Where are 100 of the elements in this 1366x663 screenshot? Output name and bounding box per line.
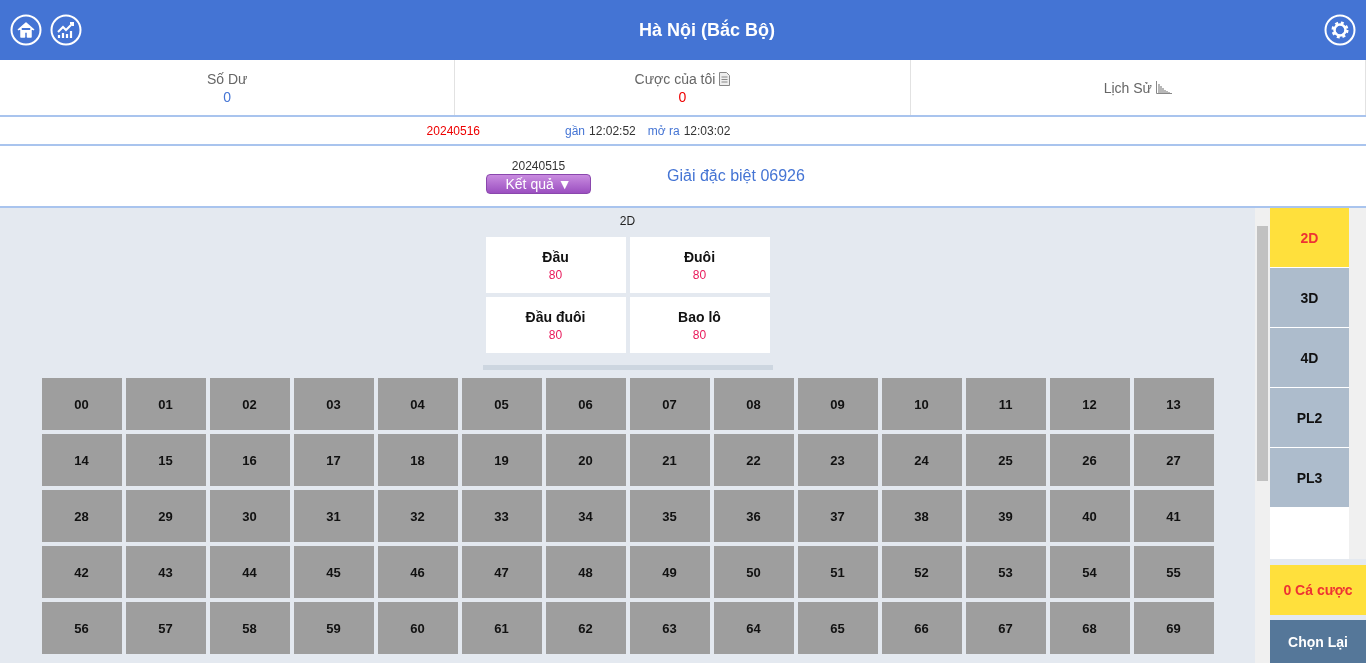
number-button[interactable]: 52 [881, 546, 962, 598]
game-type-tab[interactable]: PL2 [1270, 388, 1349, 447]
number-button[interactable]: 38 [881, 490, 962, 542]
number-button[interactable]: 05 [461, 378, 542, 430]
number-button[interactable]: 12 [1049, 378, 1130, 430]
bet-type-odds: 80 [548, 327, 563, 342]
balance-value: 0 [223, 88, 232, 105]
game-type-tab[interactable]: PL3 [1270, 448, 1349, 507]
number-button[interactable]: 56 [41, 602, 122, 654]
bet-count: 0 Cá cược [1270, 565, 1366, 616]
game-title: 2D [619, 214, 636, 228]
number-button[interactable]: 67 [965, 602, 1046, 654]
scrollbar[interactable] [1255, 208, 1270, 663]
number-button[interactable]: 18 [377, 434, 458, 486]
number-button[interactable]: 24 [881, 434, 962, 486]
bet-type-card[interactable]: Bao lô 80 [629, 297, 770, 353]
bet-type-odds: 80 [692, 267, 707, 282]
number-button[interactable]: 68 [1049, 602, 1130, 654]
number-button[interactable]: 09 [797, 378, 878, 430]
trend-chart-icon[interactable] [50, 14, 82, 46]
number-button[interactable]: 66 [881, 602, 962, 654]
open-label: mở ra [647, 123, 680, 138]
number-button[interactable]: 13 [1133, 378, 1214, 430]
number-button[interactable]: 30 [209, 490, 290, 542]
number-button[interactable]: 01 [125, 378, 206, 430]
number-button[interactable]: 69 [1133, 602, 1214, 654]
number-button[interactable]: 54 [1049, 546, 1130, 598]
number-button[interactable]: 37 [797, 490, 878, 542]
result-button[interactable]: Kết quả ▼ [486, 173, 591, 194]
number-button[interactable]: 23 [797, 434, 878, 486]
number-button[interactable]: 34 [545, 490, 626, 542]
number-button[interactable]: 63 [629, 602, 710, 654]
bet-type-card[interactable]: Đầu đuôi 80 [485, 297, 626, 353]
bet-type-odds: 80 [692, 327, 707, 342]
bet-type-name: Bao lô [678, 308, 721, 325]
number-button[interactable]: 40 [1049, 490, 1130, 542]
number-button[interactable]: 20 [545, 434, 626, 486]
page-title: Hà Nội (Bắc Bộ) [639, 19, 775, 41]
number-button[interactable]: 33 [461, 490, 542, 542]
number-button[interactable]: 27 [1133, 434, 1214, 486]
number-button[interactable]: 61 [461, 602, 542, 654]
number-button[interactable]: 28 [41, 490, 122, 542]
number-button[interactable]: 64 [713, 602, 794, 654]
game-type-tab[interactable]: 3D [1270, 268, 1349, 327]
number-button[interactable]: 53 [965, 546, 1046, 598]
number-button[interactable]: 58 [209, 602, 290, 654]
number-button[interactable]: 47 [461, 546, 542, 598]
number-button[interactable]: 59 [293, 602, 374, 654]
number-button[interactable]: 10 [881, 378, 962, 430]
result-issue: 20240515 [511, 158, 566, 173]
number-button[interactable]: 31 [293, 490, 374, 542]
number-button[interactable]: 57 [125, 602, 206, 654]
number-button[interactable]: 21 [629, 434, 710, 486]
number-button[interactable]: 36 [713, 490, 794, 542]
settings-icon[interactable] [1324, 14, 1356, 46]
number-button[interactable]: 22 [713, 434, 794, 486]
open-time: 12:03:02 [683, 123, 731, 138]
special-prize: Giải đặc biệt 06926 [667, 167, 805, 185]
number-button[interactable]: 25 [965, 434, 1046, 486]
number-button[interactable]: 42 [41, 546, 122, 598]
reset-button[interactable]: Chọn Lại [1270, 620, 1366, 663]
number-button[interactable]: 04 [377, 378, 458, 430]
number-button[interactable]: 16 [209, 434, 290, 486]
number-button[interactable]: 14 [41, 434, 122, 486]
number-button[interactable]: 60 [377, 602, 458, 654]
document-icon[interactable] [719, 71, 731, 86]
bar-chart-icon[interactable] [1155, 81, 1172, 94]
bet-type-card[interactable]: Đuôi 80 [629, 237, 770, 293]
number-button[interactable]: 55 [1133, 546, 1214, 598]
number-button[interactable]: 41 [1133, 490, 1214, 542]
number-button[interactable]: 11 [965, 378, 1046, 430]
number-button[interactable]: 03 [293, 378, 374, 430]
number-button[interactable]: 65 [797, 602, 878, 654]
number-button[interactable]: 08 [713, 378, 794, 430]
number-button[interactable]: 62 [545, 602, 626, 654]
bet-type-card[interactable]: Đầu 80 [485, 237, 626, 293]
number-button[interactable]: 39 [965, 490, 1046, 542]
home-icon[interactable] [10, 14, 42, 46]
number-button[interactable]: 15 [125, 434, 206, 486]
number-button[interactable]: 45 [293, 546, 374, 598]
number-button[interactable]: 02 [209, 378, 290, 430]
number-button[interactable]: 00 [41, 378, 122, 430]
number-button[interactable]: 43 [125, 546, 206, 598]
game-type-tab[interactable]: 4D [1270, 328, 1349, 387]
number-button[interactable]: 35 [629, 490, 710, 542]
number-button[interactable]: 19 [461, 434, 542, 486]
number-button[interactable]: 07 [629, 378, 710, 430]
number-button[interactable]: 32 [377, 490, 458, 542]
number-button[interactable]: 51 [797, 546, 878, 598]
number-button[interactable]: 49 [629, 546, 710, 598]
stat-label[interactable]: Cược của tôi [634, 70, 716, 87]
number-button[interactable]: 44 [209, 546, 290, 598]
number-button[interactable]: 26 [1049, 434, 1130, 486]
stat-label[interactable]: Lịch Sử [1103, 79, 1152, 96]
number-button[interactable]: 17 [293, 434, 374, 486]
number-button[interactable]: 06 [545, 378, 626, 430]
number-button[interactable]: 50 [713, 546, 794, 598]
number-button[interactable]: 29 [125, 490, 206, 542]
number-button[interactable]: 46 [377, 546, 458, 598]
number-button[interactable]: 48 [545, 546, 626, 598]
